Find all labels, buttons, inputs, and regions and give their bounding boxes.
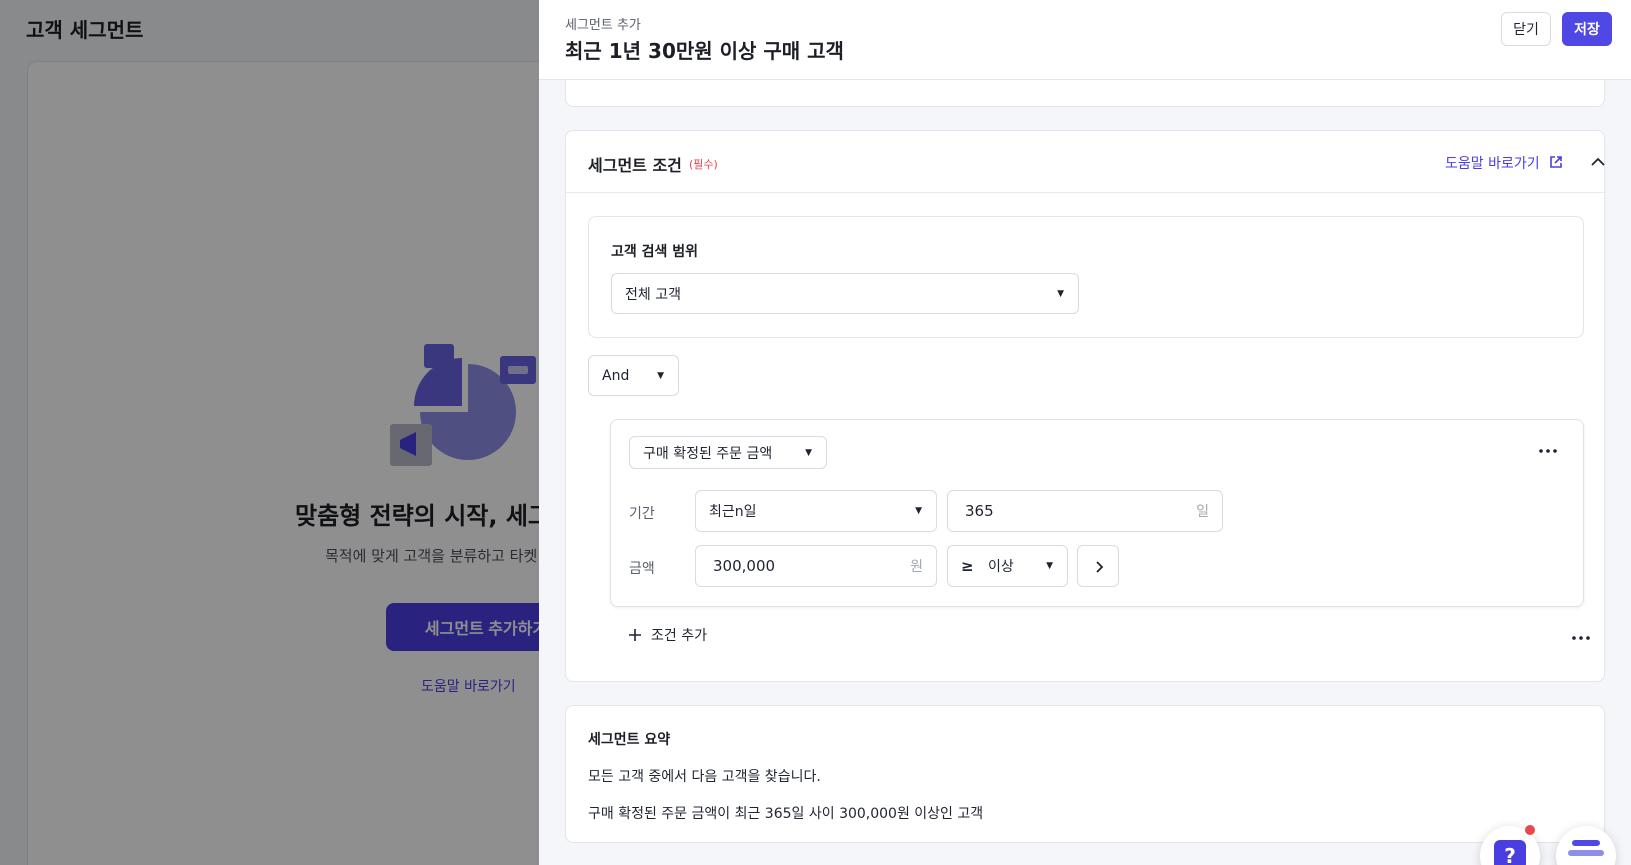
add-condition-button[interactable]: 조건 추가 <box>628 624 707 646</box>
period-type-select[interactable]: 최근n일 ▼ <box>695 490 937 532</box>
amount-input[interactable]: 300,000 원 <box>695 545 937 587</box>
close-button[interactable]: 닫기 <box>1501 12 1551 46</box>
menu-icon <box>1568 840 1604 856</box>
period-days-unit: 일 <box>1196 504 1209 520</box>
logic-operator-value: And <box>602 367 630 384</box>
summary-title: 세그먼트 요약 <box>588 732 671 748</box>
caret-down-icon: ▼ <box>1057 288 1064 299</box>
summary-line-1: 모든 고객 중에서 다음 고객을 찾습니다. <box>588 769 821 785</box>
caret-down-icon: ▼ <box>805 447 812 458</box>
comparator-symbol: ≥ <box>961 557 974 575</box>
comparator-value: 이상 <box>988 559 1014 575</box>
comparator-select[interactable]: ≥ 이상 ▼ <box>947 545 1068 587</box>
next-condition-button[interactable] <box>1077 545 1119 587</box>
conditions-help-link[interactable]: 도움말 바로가기 <box>1445 153 1540 173</box>
period-days-input[interactable]: 365 일 <box>947 490 1223 532</box>
drawer-header: 세그먼트 추가 최근 1년 30만원 이상 구매 고객 닫기 저장 <box>539 0 1631 80</box>
add-condition-label: 조건 추가 <box>651 628 707 644</box>
segment-summary-card: 세그먼트 요약 모든 고객 중에서 다음 고객을 찾습니다. 구매 확정된 주문… <box>565 705 1605 843</box>
summary-line-2: 구매 확정된 주문 금액이 최근 365일 사이 300,000원 이상인 고객 <box>588 806 984 822</box>
period-label: 기간 <box>629 506 655 522</box>
drawer-subtitle: 세그먼트 추가 <box>565 18 641 33</box>
plus-icon <box>629 629 641 641</box>
amount-value: 300,000 <box>713 557 776 575</box>
svg-text:?: ? <box>1504 844 1516 865</box>
amount-unit: 원 <box>910 559 923 575</box>
caret-down-icon: ▼ <box>657 370 664 381</box>
scope-select[interactable]: 전체 고객 ▼ <box>611 273 1079 314</box>
more-options-icon[interactable] <box>1537 444 1559 458</box>
more-options-icon[interactable] <box>1570 631 1592 645</box>
caret-down-icon: ▼ <box>915 506 922 516</box>
scope-label: 고객 검색 범위 <box>611 244 699 260</box>
chevron-right-icon <box>1096 561 1104 573</box>
menu-fab[interactable] <box>1556 826 1616 865</box>
segment-drawer: 세그먼트 추가 최근 1년 30만원 이상 구매 고객 닫기 저장 세그먼트 조… <box>539 0 1631 865</box>
notification-dot <box>1525 825 1535 835</box>
external-link-icon[interactable] <box>1549 155 1563 169</box>
required-badge: (필수) <box>689 158 718 171</box>
chevron-up-icon[interactable] <box>1589 153 1607 171</box>
caret-down-icon: ▼ <box>1046 561 1053 571</box>
drawer-title: 최근 1년 30만원 이상 구매 고객 <box>565 39 844 63</box>
condition-group: 구매 확정된 주문 금액 ▼ 기간 최근n일 ▼ 365 일 금액 300,00… <box>610 419 1584 607</box>
segment-conditions-card: 세그먼트 조건 (필수) 도움말 바로가기 고객 검색 범위 전체 고객 ▼ A… <box>565 130 1605 682</box>
customer-scope-section: 고객 검색 범위 전체 고객 ▼ <box>588 216 1584 338</box>
conditions-header: 세그먼트 조건 (필수) 도움말 바로가기 <box>566 131 1607 193</box>
amount-label: 금액 <box>629 561 655 577</box>
period-type-value: 최근n일 <box>709 504 757 520</box>
save-button[interactable]: 저장 <box>1562 12 1612 46</box>
metric-select-value: 구매 확정된 주문 금액 <box>643 445 773 462</box>
conditions-title: 세그먼트 조건 <box>588 156 682 175</box>
period-days-value: 365 <box>965 502 994 520</box>
scope-select-value: 전체 고객 <box>625 286 681 303</box>
logic-operator-select[interactable]: And ▼ <box>588 355 679 396</box>
metric-select[interactable]: 구매 확정된 주문 금액 ▼ <box>629 436 827 469</box>
